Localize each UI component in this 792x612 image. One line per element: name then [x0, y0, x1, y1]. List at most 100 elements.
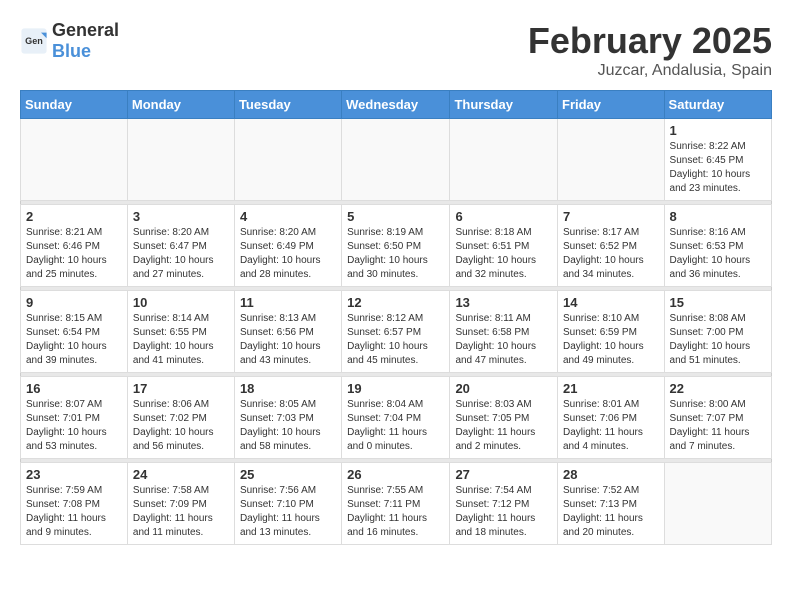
day-info: Sunrise: 8:08 AM Sunset: 7:00 PM Dayligh… [670, 312, 766, 368]
calendar-cell: 28 Sunrise: 7:52 AM Sunset: 7:13 PM Dayli… [558, 463, 665, 545]
calendar-week-row: 23 Sunrise: 7:59 AM Sunset: 7:08 PM Dayli… [21, 463, 772, 545]
day-info: Sunrise: 7:55 AM Sunset: 7:11 PM Dayligh… [347, 484, 444, 540]
calendar-cell: 14 Sunrise: 8:10 AM Sunset: 6:59 PM Dayli… [558, 291, 665, 373]
calendar-cell: 10 Sunrise: 8:14 AM Sunset: 6:55 PM Dayli… [127, 291, 234, 373]
day-info: Sunrise: 8:04 AM Sunset: 7:04 PM Dayligh… [347, 398, 444, 454]
calendar-cell: 17 Sunrise: 8:06 AM Sunset: 7:02 PM Dayli… [127, 377, 234, 459]
calendar-cell [21, 119, 128, 201]
day-number: 15 [670, 295, 766, 310]
calendar-cell [558, 119, 665, 201]
day-info: Sunrise: 8:05 AM Sunset: 7:03 PM Dayligh… [240, 398, 336, 454]
day-info: Sunrise: 8:22 AM Sunset: 6:45 PM Dayligh… [670, 140, 766, 196]
calendar-cell [664, 463, 771, 545]
day-number: 12 [347, 295, 444, 310]
weekday-header-saturday: Saturday [664, 91, 771, 119]
day-info: Sunrise: 8:18 AM Sunset: 6:51 PM Dayligh… [455, 226, 552, 282]
calendar-week-row: 9 Sunrise: 8:15 AM Sunset: 6:54 PM Daylig… [21, 291, 772, 373]
weekday-header-monday: Monday [127, 91, 234, 119]
day-number: 22 [670, 381, 766, 396]
day-number: 17 [133, 381, 229, 396]
calendar-week-row: 1 Sunrise: 8:22 AM Sunset: 6:45 PM Daylig… [21, 119, 772, 201]
day-info: Sunrise: 8:21 AM Sunset: 6:46 PM Dayligh… [26, 226, 122, 282]
calendar-cell: 13 Sunrise: 8:11 AM Sunset: 6:58 PM Dayli… [450, 291, 558, 373]
day-info: Sunrise: 8:16 AM Sunset: 6:53 PM Dayligh… [670, 226, 766, 282]
day-number: 23 [26, 467, 122, 482]
weekday-header-sunday: Sunday [21, 91, 128, 119]
calendar-week-row: 2 Sunrise: 8:21 AM Sunset: 6:46 PM Daylig… [21, 205, 772, 287]
calendar-cell: 25 Sunrise: 7:56 AM Sunset: 7:10 PM Dayli… [234, 463, 341, 545]
calendar-cell: 4Sunrise: 8:20 AM Sunset: 6:49 PM Daylig… [234, 205, 341, 287]
calendar-cell: 8 Sunrise: 8:16 AM Sunset: 6:53 PM Daylig… [664, 205, 771, 287]
day-info: Sunrise: 7:56 AM Sunset: 7:10 PM Dayligh… [240, 484, 336, 540]
weekday-header-tuesday: Tuesday [234, 91, 341, 119]
logo: Gen General Blue [20, 20, 119, 62]
calendar-cell: 11 Sunrise: 8:13 AM Sunset: 6:56 PM Dayli… [234, 291, 341, 373]
calendar-cell: 7Sunrise: 8:17 AM Sunset: 6:52 PM Daylig… [558, 205, 665, 287]
day-number: 18 [240, 381, 336, 396]
day-number: 24 [133, 467, 229, 482]
day-number: 8 [670, 209, 766, 224]
day-info: Sunrise: 8:11 AM Sunset: 6:58 PM Dayligh… [455, 312, 552, 368]
day-number: 1 [670, 123, 766, 138]
calendar-week-row: 16 Sunrise: 8:07 AM Sunset: 7:01 PM Dayli… [21, 377, 772, 459]
calendar-title: February 2025 [528, 20, 772, 62]
calendar-cell: 5 Sunrise: 8:19 AM Sunset: 6:50 PM Daylig… [342, 205, 450, 287]
weekday-header-friday: Friday [558, 91, 665, 119]
calendar-cell: 6Sunrise: 8:18 AM Sunset: 6:51 PM Daylig… [450, 205, 558, 287]
title-section: February 2025 Juzcar, Andalusia, Spain [528, 20, 772, 80]
calendar-table: SundayMondayTuesdayWednesdayThursdayFrid… [20, 90, 772, 545]
day-info: Sunrise: 7:54 AM Sunset: 7:12 PM Dayligh… [455, 484, 552, 540]
day-number: 28 [563, 467, 659, 482]
day-info: Sunrise: 8:13 AM Sunset: 6:56 PM Dayligh… [240, 312, 336, 368]
day-info: Sunrise: 8:06 AM Sunset: 7:02 PM Dayligh… [133, 398, 229, 454]
day-number: 19 [347, 381, 444, 396]
day-number: 20 [455, 381, 552, 396]
calendar-cell: 18 Sunrise: 8:05 AM Sunset: 7:03 PM Dayli… [234, 377, 341, 459]
day-info: Sunrise: 8:15 AM Sunset: 6:54 PM Dayligh… [26, 312, 122, 368]
day-number: 10 [133, 295, 229, 310]
day-info: Sunrise: 7:59 AM Sunset: 7:08 PM Dayligh… [26, 484, 122, 540]
day-info: Sunrise: 7:52 AM Sunset: 7:13 PM Dayligh… [563, 484, 659, 540]
calendar-cell: 22Sunrise: 8:00 AM Sunset: 7:07 PM Dayli… [664, 377, 771, 459]
logo-icon: Gen [20, 27, 48, 55]
calendar-cell: 21 Sunrise: 8:01 AM Sunset: 7:06 PM Dayli… [558, 377, 665, 459]
day-info: Sunrise: 8:10 AM Sunset: 6:59 PM Dayligh… [563, 312, 659, 368]
calendar-cell: 23 Sunrise: 7:59 AM Sunset: 7:08 PM Dayli… [21, 463, 128, 545]
calendar-cell [234, 119, 341, 201]
day-number: 4 [240, 209, 336, 224]
day-number: 9 [26, 295, 122, 310]
day-number: 21 [563, 381, 659, 396]
day-number: 13 [455, 295, 552, 310]
day-number: 2 [26, 209, 122, 224]
day-info: Sunrise: 8:19 AM Sunset: 6:50 PM Dayligh… [347, 226, 444, 282]
logo-blue-text: Blue [52, 41, 91, 61]
logo-general-text: General [52, 20, 119, 40]
calendar-cell: 19 Sunrise: 8:04 AM Sunset: 7:04 PM Dayli… [342, 377, 450, 459]
calendar-cell [342, 119, 450, 201]
header: Gen General Blue February 2025 Juzcar, A… [20, 20, 772, 80]
day-info: Sunrise: 8:03 AM Sunset: 7:05 PM Dayligh… [455, 398, 552, 454]
day-number: 11 [240, 295, 336, 310]
calendar-cell [127, 119, 234, 201]
day-info: Sunrise: 8:01 AM Sunset: 7:06 PM Dayligh… [563, 398, 659, 454]
calendar-cell: 1 Sunrise: 8:22 AM Sunset: 6:45 PM Daylig… [664, 119, 771, 201]
day-number: 14 [563, 295, 659, 310]
calendar-cell: 15 Sunrise: 8:08 AM Sunset: 7:00 PM Dayli… [664, 291, 771, 373]
calendar-cell [450, 119, 558, 201]
calendar-cell: 24Sunrise: 7:58 AM Sunset: 7:09 PM Dayli… [127, 463, 234, 545]
day-number: 5 [347, 209, 444, 224]
day-number: 25 [240, 467, 336, 482]
day-number: 16 [26, 381, 122, 396]
weekday-header-row: SundayMondayTuesdayWednesdayThursdayFrid… [21, 91, 772, 119]
calendar-cell: 12Sunrise: 8:12 AM Sunset: 6:57 PM Dayli… [342, 291, 450, 373]
calendar-cell: 20 Sunrise: 8:03 AM Sunset: 7:05 PM Dayli… [450, 377, 558, 459]
calendar-cell: 16 Sunrise: 8:07 AM Sunset: 7:01 PM Dayli… [21, 377, 128, 459]
day-number: 26 [347, 467, 444, 482]
calendar-cell: 2 Sunrise: 8:21 AM Sunset: 6:46 PM Daylig… [21, 205, 128, 287]
day-info: Sunrise: 8:14 AM Sunset: 6:55 PM Dayligh… [133, 312, 229, 368]
weekday-header-wednesday: Wednesday [342, 91, 450, 119]
day-info: Sunrise: 8:07 AM Sunset: 7:01 PM Dayligh… [26, 398, 122, 454]
weekday-header-thursday: Thursday [450, 91, 558, 119]
day-number: 7 [563, 209, 659, 224]
calendar-cell: 27Sunrise: 7:54 AM Sunset: 7:12 PM Dayli… [450, 463, 558, 545]
